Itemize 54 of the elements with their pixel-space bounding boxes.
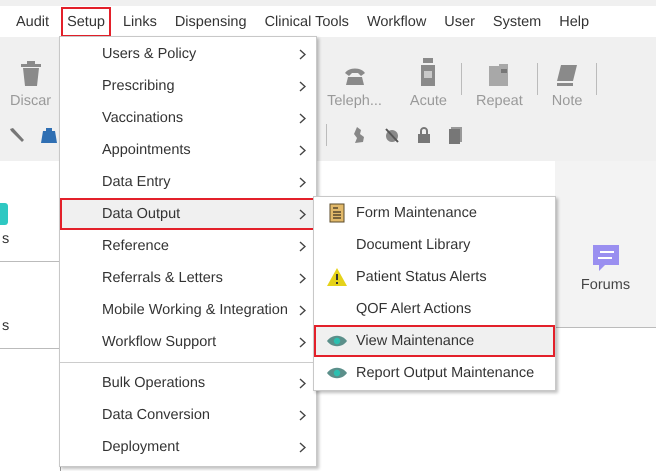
weight-icon <box>40 126 58 144</box>
eye-icon <box>326 367 348 379</box>
menu-item[interactable]: Deployment <box>60 431 316 463</box>
menu-item[interactable]: Data Output <box>60 198 316 230</box>
menu-item[interactable]: Appointments <box>60 134 316 166</box>
menu-item[interactable]: Mobile Working & Integration <box>60 294 316 326</box>
chevron-icon <box>299 112 306 124</box>
menu-item[interactable]: QOF Alert Actions <box>314 293 555 325</box>
menu-item[interactable]: Form Maintenance <box>314 197 555 229</box>
forums-button[interactable]: Forums <box>580 243 630 293</box>
chevron-icon <box>299 442 306 452</box>
menu-item[interactable]: Bulk Operations <box>60 367 316 399</box>
chevron-icon <box>299 378 306 388</box>
menu-item[interactable]: Document Library <box>314 229 555 261</box>
menu-item[interactable]: Data Entry <box>60 166 316 198</box>
chevron-icon <box>299 80 306 92</box>
document-icon <box>447 126 465 144</box>
menu-item[interactable]: Referrals & Letters <box>60 262 316 294</box>
menu-bar-item[interactable]: Clinical Tools <box>258 6 355 36</box>
chevron-icon <box>299 48 306 60</box>
menu-item[interactable]: View Maintenance <box>314 325 555 357</box>
menu-bar-item[interactable]: Workflow <box>360 6 432 36</box>
note-icon <box>555 63 580 87</box>
menu-bar-item[interactable]: Audit <box>10 6 56 36</box>
menu-bar-item[interactable]: Links <box>116 6 163 36</box>
menu-bar-item[interactable]: System <box>486 6 548 36</box>
chevron-icon <box>299 336 306 348</box>
warning-icon <box>326 267 348 287</box>
menu-bar-item[interactable]: User <box>438 6 481 36</box>
chevron-icon <box>299 272 306 284</box>
menu-item[interactable]: Vaccinations <box>60 102 316 134</box>
menu-item[interactable]: Workflow Support <box>60 326 316 358</box>
wrench-icon <box>8 126 26 144</box>
menu-item[interactable]: Prescribing <box>60 70 316 102</box>
menu-item[interactable]: Report Output Maintenance <box>314 357 555 389</box>
menu-bar-item[interactable]: Dispensing <box>168 6 253 36</box>
eye-icon <box>326 335 348 347</box>
menu-item[interactable]: Reference <box>60 230 316 262</box>
chevron-icon <box>299 410 306 420</box>
menu-item[interactable]: Users & Policy <box>60 38 316 70</box>
tab-indicator <box>0 203 8 225</box>
menu-bar-item[interactable]: Help <box>553 6 596 36</box>
trash-icon <box>18 59 43 87</box>
chevron-icon <box>299 208 306 220</box>
side-label: s <box>1 318 10 334</box>
side-label: s <box>1 231 10 247</box>
form-icon <box>329 203 345 223</box>
chevron-icon <box>299 144 306 156</box>
chevron-icon <box>299 304 306 316</box>
menu-item[interactable]: Patient Status Alerts <box>314 261 555 293</box>
chevron-icon <box>299 240 306 252</box>
lock-icon <box>415 126 433 144</box>
chevron-icon <box>299 176 306 188</box>
menu-item[interactable]: Data Conversion <box>60 399 316 431</box>
